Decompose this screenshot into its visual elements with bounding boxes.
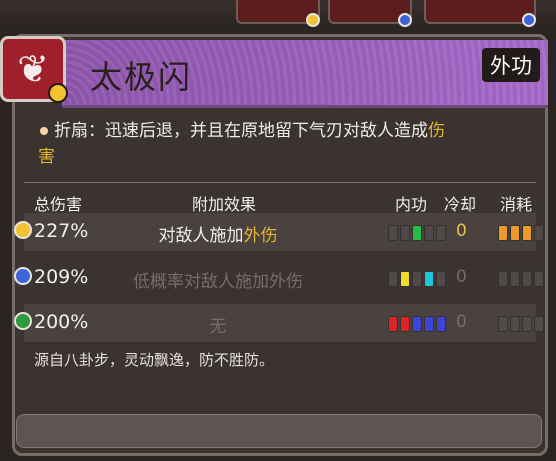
cost-meter: [498, 316, 544, 332]
bottom-input-box[interactable]: [16, 414, 542, 448]
internal-power-meter: [388, 316, 446, 332]
header-cooldown: 冷却: [444, 195, 477, 214]
top-skill-slot-1[interactable]: [236, 0, 320, 27]
internal-power-meter: [388, 271, 446, 287]
cost-meter: [498, 271, 544, 287]
table-row: 227% 对敌人施加外伤 0: [14, 213, 544, 251]
row-dot-yellow: [14, 221, 32, 239]
top-slot-dot-blue: [398, 13, 412, 27]
header-extra-effect: 附加效果: [192, 195, 257, 214]
skill-title: 太极闪: [90, 58, 193, 96]
flavor-text: 源自八卦步，灵动飘逸，防不胜防。: [34, 351, 275, 369]
skill-color-dot: [48, 83, 68, 103]
top-skill-slot-2[interactable]: [328, 0, 412, 27]
row-dot-blue: [14, 267, 32, 285]
header-total-damage: 总伤害: [34, 195, 83, 214]
cost-meter: [498, 225, 544, 241]
top-slot-dot-blue-2: [522, 13, 536, 27]
top-slot-dot-yellow: [306, 13, 320, 27]
row-dot-green: [14, 312, 32, 330]
skill-header: 太极闪 外功: [62, 40, 548, 108]
table-row: 209% 低概率对敌人施加外伤 0: [14, 259, 544, 297]
internal-power-meter: [388, 225, 446, 241]
header-internal-power: 内功: [395, 195, 428, 214]
table-row: 200% 无 0: [14, 304, 544, 342]
skill-type-badge: 外功: [482, 48, 540, 82]
top-skill-slot-3[interactable]: [424, 0, 536, 27]
skill-description: 折扇：迅速后退，并且在原地留下气刃对敌人造成伤 害: [38, 121, 445, 167]
header-divider: [24, 182, 536, 183]
header-cost: 消耗: [500, 195, 533, 214]
